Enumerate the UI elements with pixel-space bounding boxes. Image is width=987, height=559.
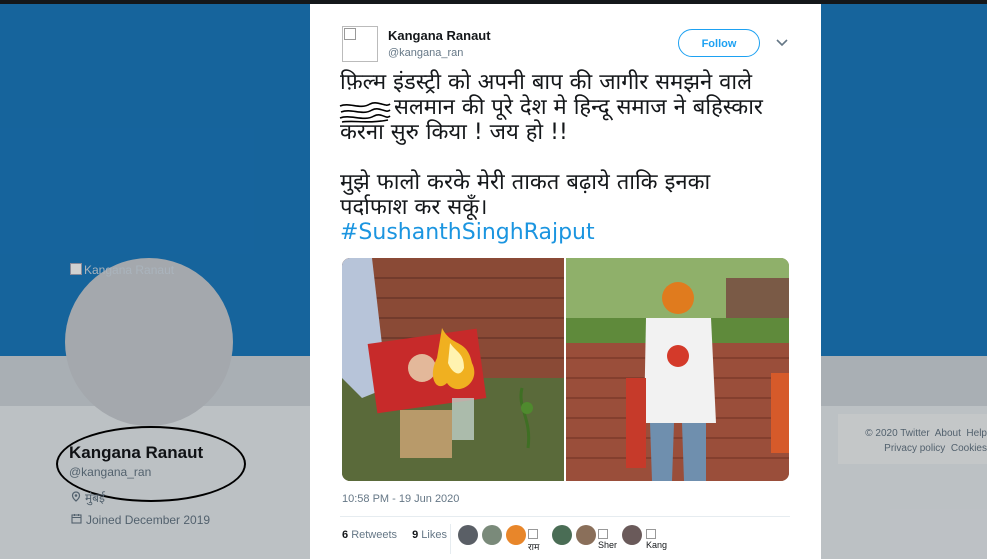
retweets-label[interactable]: Retweets (351, 529, 397, 541)
tweet-stats: 6 Retweets 9 Likes (342, 529, 459, 541)
retweets-count[interactable]: 6 (342, 529, 348, 541)
tweet-photo-poster-on-wall[interactable] (566, 258, 789, 481)
tweet-photo-burning-poster[interactable] (342, 258, 564, 481)
liker-avatar[interactable] (506, 525, 526, 545)
tweet-modal: Kangana Ranaut @kangana_ran Follow फ़िल्… (310, 4, 821, 559)
tweet-text-line: सलमान की पूरे देश मे हिन्दू समाज ने बहिस… (394, 95, 763, 120)
tweet-text: फ़िल्म इंडस्ट्री को अपनी बाप की जागीर सम… (340, 70, 810, 245)
liker-avatar[interactable] (622, 525, 642, 545)
liker-avatar-alt[interactable]: Kang (646, 529, 672, 550)
tweet-text-line: पर्दाफाश कर सकूँ। (340, 195, 488, 220)
tweet-text-line: फ़िल्म इंडस्ट्री को अपनी बाप की जागीर सम… (340, 70, 752, 95)
liker-avatar[interactable] (458, 525, 478, 545)
stats-divider (340, 516, 790, 517)
redaction-scribble (339, 102, 391, 123)
tweet-timestamp[interactable]: 10:58 PM - 19 Jun 2020 (342, 493, 459, 505)
liker-avatar-alt[interactable]: Sher (598, 529, 624, 550)
tweet-text-line: करना सुरु किया ! जय हो !! (340, 120, 568, 145)
tweet-hashtag[interactable]: #SushanthSinghRajput (340, 220, 810, 245)
stats-separator (450, 524, 451, 554)
likes-count[interactable]: 9 (412, 529, 418, 541)
liker-avatar[interactable] (576, 525, 596, 545)
chevron-down-icon[interactable] (776, 34, 788, 50)
liker-avatar-alt[interactable]: राम (528, 529, 554, 553)
likes-label[interactable]: Likes (421, 529, 447, 541)
tweet-author-avatar[interactable] (342, 26, 378, 62)
tweet-author-handle[interactable]: @kangana_ran (388, 47, 463, 59)
liker-avatar[interactable] (482, 525, 502, 545)
tweet-author-name[interactable]: Kangana Ranaut (388, 28, 491, 43)
tweet-text-line: मुझे फालो करके मेरी ताकत बढ़ाये ताकि इनक… (340, 170, 711, 195)
liker-avatar[interactable] (552, 525, 572, 545)
follow-button[interactable]: Follow (678, 29, 760, 57)
